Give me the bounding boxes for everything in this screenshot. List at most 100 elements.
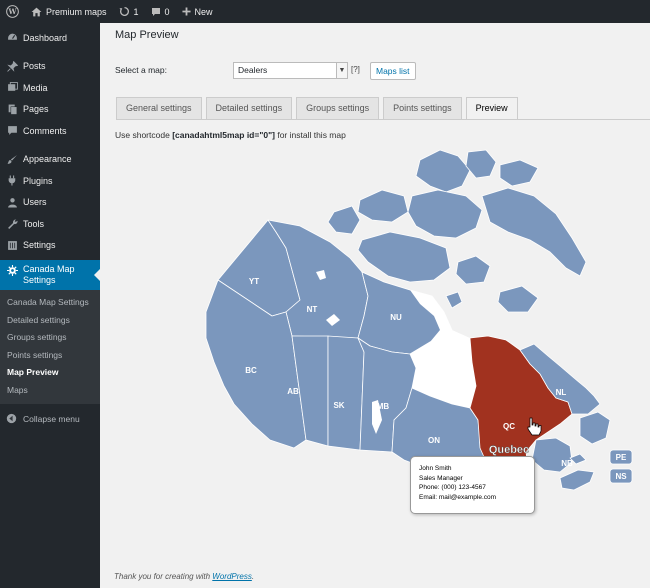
wordpress-icon: W <box>6 5 19 18</box>
menu-comments[interactable]: Comments <box>0 120 100 142</box>
collapse-menu-button[interactable]: Collapse menu <box>0 408 100 429</box>
shortcode-text: [canadahtml5map id="0"] <box>172 130 275 140</box>
help-link[interactable]: [?] <box>351 65 360 74</box>
submenu-detailed-settings[interactable]: Detailed settings <box>0 312 100 330</box>
submenu-maps[interactable]: Maps <box>0 382 100 400</box>
menu-appearance[interactable]: Appearance <box>0 149 100 171</box>
submenu-map-preview[interactable]: Map Preview <box>0 364 100 382</box>
map-region-nu-island[interactable] <box>499 159 539 187</box>
pin-icon <box>6 60 18 72</box>
footer-credit: Thank you for creating with WordPress. <box>114 572 254 581</box>
updates-link[interactable]: 1 <box>113 0 145 23</box>
menu-settings[interactable]: Settings <box>0 235 100 257</box>
refresh-icon <box>119 6 129 16</box>
site-name: Premium maps <box>46 6 107 17</box>
map-region-ns[interactable] <box>559 469 595 491</box>
menu-media[interactable]: Media <box>0 77 100 99</box>
maps-list-button[interactable]: Maps list <box>370 62 416 80</box>
tab-preview[interactable]: Preview <box>465 97 518 120</box>
comments-count: 0 <box>164 6 170 17</box>
menu-label: Settings <box>23 240 56 251</box>
comment-icon <box>151 7 160 16</box>
menu-label: Plugins <box>23 175 53 186</box>
map-region-nu-island[interactable] <box>357 189 409 223</box>
shortcode-suffix: for install this map <box>277 130 346 140</box>
tab-detailed-settings[interactable]: Detailed settings <box>205 97 293 119</box>
menu-label: Users <box>23 197 47 208</box>
map-label-ab: AB <box>287 387 299 396</box>
map-label-nl: NL <box>556 388 567 397</box>
map-label-qc: QC <box>503 422 515 431</box>
map-label-ns-box[interactable]: NS <box>609 468 633 484</box>
menu-plugins[interactable]: Plugins <box>0 170 100 192</box>
admin-sidebar: Dashboard Posts Media Pages Comments App… <box>0 23 100 588</box>
tooltip-name: John Smith <box>419 465 452 472</box>
tooltip-phone: Phone: (000) 123-4567 <box>419 484 486 491</box>
menu-dashboard[interactable]: Dashboard <box>0 27 100 49</box>
admin-bar: W Premium maps 1 0 New <box>0 0 650 23</box>
menu-label: Canada Map Settings <box>23 264 75 286</box>
comments-link[interactable]: 0 <box>145 0 176 23</box>
map-region-nu-island[interactable] <box>497 285 539 313</box>
map-label-yt: YT <box>249 277 259 286</box>
map-region-nu-island[interactable] <box>415 149 471 193</box>
map-region-nu-island[interactable] <box>327 205 361 235</box>
menu-canada-map-settings[interactable]: Canada Map Settings <box>0 260 100 290</box>
selected-map-value: Dealers <box>238 65 268 75</box>
menu-users[interactable]: Users <box>0 192 100 214</box>
submenu-groups-settings[interactable]: Groups settings <box>0 329 100 347</box>
settings-icon <box>6 239 18 251</box>
tab-groups-settings[interactable]: Groups settings <box>296 97 380 119</box>
home-icon <box>31 7 42 16</box>
map-label-pe-box[interactable]: PE <box>609 449 633 465</box>
menu-label: Posts <box>23 61 46 72</box>
tab-general-settings[interactable]: General settings <box>116 97 202 119</box>
map-label-bc: BC <box>245 366 257 375</box>
menu-label-line1: Canada Map <box>23 264 75 274</box>
menu-label: Dashboard <box>23 32 68 43</box>
submenu-canada-map-settings[interactable]: Canada Map Settings <box>0 294 100 312</box>
gear-icon <box>6 264 18 276</box>
map-label-pe: PE <box>616 453 627 462</box>
tab-points-settings[interactable]: Points settings <box>383 97 462 119</box>
new-content-link[interactable]: New <box>176 0 219 23</box>
map-label-ns: NS <box>615 472 627 481</box>
map-label-nt: NT <box>307 305 318 314</box>
new-label: New <box>194 6 213 17</box>
map-region-nu-island[interactable] <box>407 189 483 239</box>
main-content: Map Preview Select a map: Dealers ▼ [?] … <box>100 23 650 588</box>
collapse-label: Collapse menu <box>23 413 80 424</box>
menu-tools[interactable]: Tools <box>0 213 100 235</box>
user-icon <box>6 196 18 208</box>
menu-label: Media <box>23 82 48 93</box>
select-map-label: Select a map: <box>115 65 167 75</box>
svg-text:W: W <box>7 7 17 16</box>
wrench-icon <box>6 218 18 230</box>
chevron-down-icon: ▼ <box>336 63 347 78</box>
submenu: Canada Map Settings Detailed settings Gr… <box>0 290 100 404</box>
tabs-divider <box>116 119 650 120</box>
hovered-region-name: Quebec <box>489 444 529 456</box>
comment-icon <box>6 125 18 137</box>
wordpress-link[interactable]: WordPress <box>212 572 252 581</box>
site-name-link[interactable]: Premium maps <box>25 0 113 23</box>
map-region-sk[interactable] <box>327 335 365 451</box>
map-label-nu: NU <box>390 313 402 322</box>
dealer-tooltip: John Smith Sales Manager Phone: (000) 12… <box>410 456 535 514</box>
wordpress-logo-button[interactable]: W <box>0 0 25 23</box>
map-region-nu-island[interactable] <box>357 231 451 283</box>
menu-posts[interactable]: Posts <box>0 56 100 78</box>
map-region-nu-island[interactable] <box>465 149 497 179</box>
footer-text: Thank you for creating with <box>114 572 211 581</box>
menu-label: Appearance <box>23 154 72 165</box>
map-region-nu-island[interactable] <box>445 291 463 309</box>
map-region-nu-island[interactable] <box>481 187 587 277</box>
menu-pages[interactable]: Pages <box>0 99 100 121</box>
map-select[interactable]: Dealers ▼ <box>233 62 348 79</box>
map-region-nu-island[interactable] <box>455 255 491 285</box>
map-region-nl-island[interactable] <box>579 411 611 445</box>
collapse-icon <box>6 413 18 425</box>
menu-label: Pages <box>23 104 49 115</box>
submenu-points-settings[interactable]: Points settings <box>0 347 100 365</box>
tooltip-email: Email: mail@example.com <box>419 493 497 501</box>
